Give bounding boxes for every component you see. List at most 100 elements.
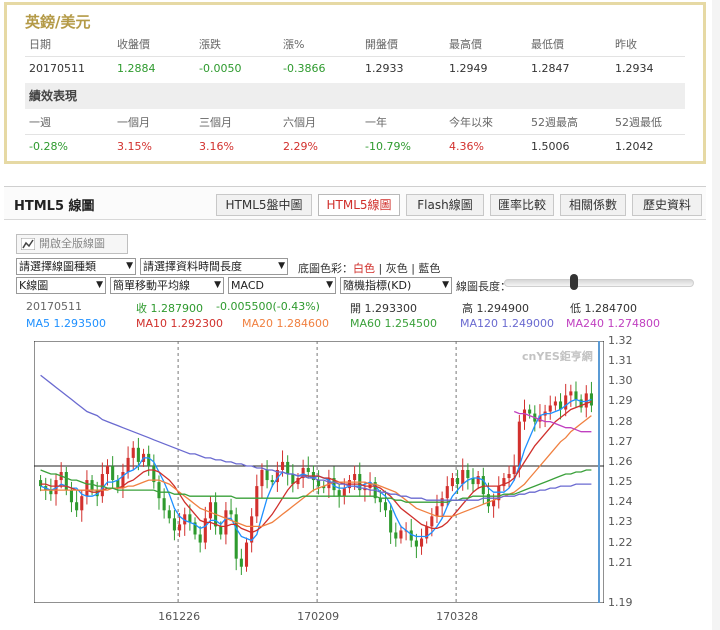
ma-type-select[interactable]: 簡單移動平均線 ▼ bbox=[110, 277, 224, 294]
header-high: 最高價 bbox=[449, 38, 482, 51]
bg-option-white[interactable]: 白色 bbox=[353, 262, 375, 275]
perf-header-52wl: 52週最低 bbox=[615, 116, 662, 129]
value-high: 1.2949 bbox=[449, 62, 488, 75]
cnyes-watermark: cnYES鉅亨網 bbox=[522, 350, 593, 363]
performance-value-row: -0.28% 3.15% 3.16% 2.29% -10.79% 4.36% 1… bbox=[25, 135, 685, 159]
header-low: 最低價 bbox=[531, 38, 564, 51]
candle-body bbox=[517, 421, 521, 466]
time-length-select[interactable]: 請選擇資料時間長度 ▼ bbox=[140, 258, 288, 275]
perf-header-6m: 六個月 bbox=[283, 116, 316, 129]
candle-body bbox=[198, 534, 202, 543]
y-axis-tick-label: 1.25 bbox=[608, 475, 633, 489]
chart-panel-header: HTML5 線圖 HTML5盤中圖 HTML5線圖 Flash線圖 匯率比較 相… bbox=[4, 186, 706, 220]
candle-body bbox=[383, 502, 388, 511]
candle-body bbox=[234, 514, 238, 559]
background-color-options: 底圖色彩：白色 | 灰色 | 藍色 bbox=[298, 262, 441, 275]
candle-body bbox=[399, 530, 403, 539]
candle-body bbox=[466, 469, 470, 479]
perf-value-3m: 3.16% bbox=[199, 140, 234, 153]
value-prev-close: 1.2934 bbox=[615, 62, 654, 75]
perf-header-1y: 一年 bbox=[365, 116, 387, 129]
tab-rate-compare[interactable]: 匯率比較 bbox=[490, 194, 554, 216]
candle-body bbox=[131, 447, 135, 458]
tab-html5-intraday[interactable]: HTML5盤中圖 bbox=[216, 194, 312, 216]
indicator-1-select[interactable]: MACD ▼ bbox=[228, 277, 336, 294]
candle-body bbox=[260, 469, 264, 487]
y-axis-tick-label: 1.32 bbox=[608, 334, 633, 347]
candle-body bbox=[229, 510, 233, 515]
performance-title: 績效表現 bbox=[25, 83, 685, 109]
candle-body bbox=[255, 486, 259, 517]
candle-body bbox=[167, 510, 171, 519]
info-low: 低 1.284700 bbox=[570, 302, 637, 315]
tab-history[interactable]: 歷史資料 bbox=[632, 194, 702, 216]
candle-body bbox=[265, 469, 269, 481]
candle-body bbox=[39, 480, 43, 487]
chart-length-slider-track[interactable] bbox=[504, 279, 694, 287]
info-ma120: MA120 1.249000 bbox=[460, 317, 554, 330]
chart-length-slider-thumb[interactable] bbox=[570, 274, 578, 290]
tab-correlation[interactable]: 相關係數 bbox=[560, 194, 626, 216]
chevron-down-icon: ▼ bbox=[96, 280, 103, 290]
value-change-pct: -0.3866 bbox=[283, 62, 326, 75]
y-axis-tick-label: 1.22 bbox=[608, 535, 633, 549]
k-line-type-select[interactable]: K線圖 ▼ bbox=[16, 277, 106, 294]
bg-option-blue[interactable]: 藍色 bbox=[418, 262, 440, 275]
candle-body bbox=[481, 476, 485, 495]
candle-body bbox=[147, 453, 151, 466]
tab-flash-chart[interactable]: Flash線圖 bbox=[406, 194, 484, 216]
y-axis-tick-label: 1.31 bbox=[608, 354, 633, 368]
candle-body bbox=[445, 486, 449, 499]
y-axis-tick-label: 1.19 bbox=[608, 596, 633, 609]
header-close: 收盤價 bbox=[117, 38, 150, 51]
perf-value-1y: -10.79% bbox=[365, 140, 411, 153]
quote-value-row: 20170511 1.2884 -0.0050 -0.3866 1.2933 1… bbox=[25, 57, 685, 81]
header-open: 開盤價 bbox=[365, 38, 398, 51]
info-change: -0.005500(-0.43%) bbox=[216, 300, 320, 313]
indicator-2-select[interactable]: 隨機指標(KD) ▼ bbox=[340, 277, 452, 294]
header-change-pct: 漲% bbox=[283, 38, 305, 51]
info-ma60: MA60 1.254500 bbox=[350, 317, 437, 330]
y-axis-tick-label: 1.26 bbox=[608, 454, 633, 468]
candle-body bbox=[435, 506, 439, 517]
x-axis-tick-label: 170209 bbox=[297, 610, 340, 623]
candle-body bbox=[80, 496, 84, 511]
chevron-down-icon: ▼ bbox=[214, 280, 221, 290]
chart-type-select[interactable]: 請選擇線圖種類 ▼ bbox=[16, 258, 136, 275]
info-close: 收 1.287900 bbox=[136, 302, 203, 315]
candle-body bbox=[64, 472, 68, 491]
perf-value-52wh: 1.5006 bbox=[531, 140, 570, 153]
candle-body bbox=[317, 480, 321, 487]
perf-header-3m: 三個月 bbox=[199, 116, 232, 129]
candle-body bbox=[85, 480, 89, 497]
perf-value-ytd: 4.36% bbox=[449, 140, 484, 153]
bg-option-gray[interactable]: 灰色 bbox=[386, 262, 408, 275]
y-axis-tick-label: 1.24 bbox=[608, 495, 633, 509]
chart-icon bbox=[21, 238, 35, 250]
perf-value-1m: 3.15% bbox=[117, 140, 152, 153]
tab-html5-chart[interactable]: HTML5線圖 bbox=[318, 194, 400, 216]
candle-body bbox=[450, 478, 454, 487]
candle-body bbox=[244, 542, 249, 567]
fullscreen-chart-button[interactable]: 開啟全版線圖 bbox=[16, 234, 128, 254]
perf-value-6m: 2.29% bbox=[283, 140, 318, 153]
y-axis-tick-label: 1.28 bbox=[608, 414, 633, 428]
candle-body bbox=[553, 401, 557, 406]
quote-header-row: 日期 收盤價 漲跌 漲% 開盤價 最高價 最低價 昨收 bbox=[25, 33, 685, 57]
x-axis-tick-label: 161226 bbox=[158, 610, 201, 623]
y-axis-tick-label: 1.29 bbox=[608, 394, 633, 408]
info-ma240: MA240 1.274800 bbox=[566, 317, 660, 330]
value-close: 1.2884 bbox=[117, 62, 156, 75]
candle-body bbox=[456, 478, 460, 485]
info-high: 高 1.294900 bbox=[462, 302, 529, 315]
candlestick-chart[interactable] bbox=[34, 341, 604, 603]
page-right-gutter bbox=[712, 0, 720, 630]
info-ma20: MA20 1.284600 bbox=[242, 317, 329, 330]
candle-body bbox=[100, 474, 104, 497]
k-line-type-value: K線圖 bbox=[19, 279, 49, 292]
header-prev-close: 昨收 bbox=[615, 38, 637, 51]
ma-type-value: 簡單移動平均線 bbox=[113, 279, 190, 292]
candle-body bbox=[280, 461, 285, 470]
candle-body bbox=[419, 538, 424, 547]
candle-body bbox=[239, 558, 243, 567]
